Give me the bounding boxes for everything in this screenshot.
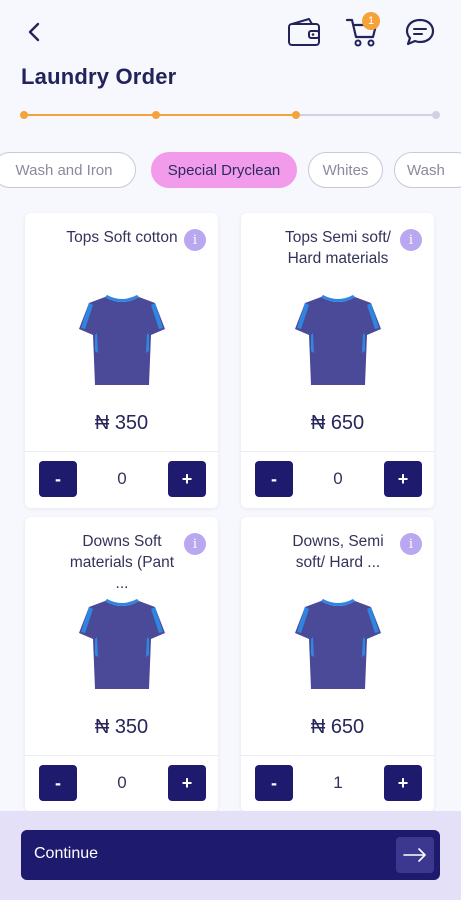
wallet-icon <box>288 18 320 46</box>
decrease-quantity-button[interactable]: - <box>255 461 293 497</box>
product-name: Downs Soft materials (Pant ... <box>69 533 175 592</box>
increase-quantity-button[interactable]: + <box>384 765 422 801</box>
card-divider <box>241 755 434 756</box>
increase-quantity-button[interactable]: + <box>168 461 206 497</box>
category-tabs: Wash and Iron Special Dryclean Whites Wa… <box>0 152 461 192</box>
continue-label: Continue <box>34 845 99 862</box>
cart-button[interactable]: 1 <box>340 12 384 52</box>
quantity-value: 1 <box>333 773 343 792</box>
page-title: Laundry Order <box>21 64 177 89</box>
tab-special-dryclean[interactable]: Special Dryclean <box>151 152 297 188</box>
info-button[interactable]: i <box>400 533 422 555</box>
shirt-icon <box>293 293 383 389</box>
product-name: Tops Semi soft/ Hard materials <box>285 229 391 267</box>
quantity-value: 0 <box>117 773 127 792</box>
progress-step-dot <box>292 111 300 119</box>
progress-step-dot <box>432 111 440 119</box>
decrease-quantity-button[interactable]: - <box>255 765 293 801</box>
card-divider <box>241 451 434 452</box>
decrease-quantity-button[interactable]: - <box>39 461 77 497</box>
wallet-button[interactable] <box>284 14 324 50</box>
progress-step-dot <box>152 111 160 119</box>
info-icon: i <box>192 232 198 248</box>
cart-count-badge: 1 <box>362 12 380 30</box>
info-button[interactable]: i <box>184 229 206 251</box>
card-divider <box>25 451 218 452</box>
chat-icon <box>405 18 435 46</box>
product-price: ₦ 350 <box>94 716 149 738</box>
info-icon: i <box>408 232 414 248</box>
product-card: Tops Soft cotton i ₦ 350 - 0 + <box>25 213 218 508</box>
decrease-quantity-button[interactable]: - <box>39 765 77 801</box>
continue-button[interactable]: Continue <box>21 830 440 880</box>
quantity-value: 0 <box>117 469 127 488</box>
product-card: Downs, Semi soft/ Hard ... i ₦ 650 - 1 + <box>241 517 434 812</box>
back-arrow-icon <box>28 22 40 42</box>
top-bar: 1 <box>0 0 461 64</box>
chat-button[interactable] <box>400 14 440 50</box>
shirt-icon <box>77 293 167 389</box>
progress-fill <box>24 114 296 116</box>
shirt-icon <box>77 597 167 693</box>
product-price: ₦ 350 <box>94 412 149 434</box>
order-progress-bar <box>20 110 440 120</box>
product-card: Tops Semi soft/ Hard materials i ₦ 650 -… <box>241 213 434 508</box>
product-price: ₦ 650 <box>310 412 365 434</box>
product-price: ₦ 650 <box>310 716 365 738</box>
info-icon: i <box>408 536 414 552</box>
product-card: Downs Soft materials (Pant ... i ₦ 350 -… <box>25 517 218 812</box>
info-button[interactable]: i <box>184 533 206 555</box>
card-divider <box>25 755 218 756</box>
info-button[interactable]: i <box>400 229 422 251</box>
quantity-value: 0 <box>333 469 343 488</box>
bottom-action-bar: Continue <box>0 811 461 900</box>
arrow-right-icon <box>396 837 434 873</box>
tab-wash-and-iron[interactable]: Wash and Iron <box>0 152 136 188</box>
product-name: Downs, Semi soft/ Hard ... <box>292 533 384 571</box>
back-button[interactable] <box>14 14 54 50</box>
product-name: Tops Soft cotton <box>66 229 178 246</box>
shirt-icon <box>293 597 383 693</box>
info-icon: i <box>192 536 198 552</box>
increase-quantity-button[interactable]: + <box>384 461 422 497</box>
tab-wash[interactable]: Wash <box>394 152 461 188</box>
increase-quantity-button[interactable]: + <box>168 765 206 801</box>
progress-step-dot <box>20 111 28 119</box>
tab-whites[interactable]: Whites <box>308 152 383 188</box>
